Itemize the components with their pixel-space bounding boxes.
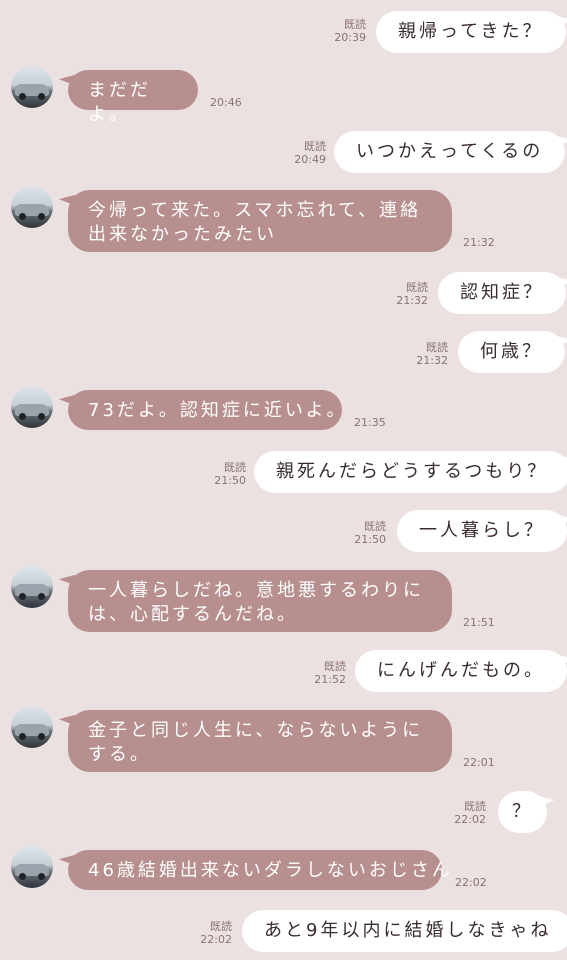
message-meta: 既読 20:39 <box>322 18 366 44</box>
wheel-icon <box>38 413 45 420</box>
read-receipt: 既読 <box>210 920 232 933</box>
message-bubble[interactable]: 一人暮らしだね。意地悪するわりには、心配するんだね。 <box>68 570 452 632</box>
avatar[interactable] <box>11 186 53 228</box>
avatar[interactable] <box>11 846 53 888</box>
message-time: 21:52 <box>314 673 346 686</box>
avatar[interactable] <box>11 566 53 608</box>
message-time: 21:32 <box>463 236 495 249</box>
wheel-icon <box>19 873 26 880</box>
message-time: 20:49 <box>294 153 326 166</box>
message-time: 21:35 <box>354 416 386 429</box>
message-time: 21:51 <box>463 616 495 629</box>
message-meta: 既読 21:32 <box>404 341 448 367</box>
wheel-icon <box>19 593 26 600</box>
message-bubble[interactable]: いつかえってくるの <box>334 131 566 173</box>
read-receipt: 既読 <box>224 461 246 474</box>
read-receipt: 既読 <box>464 800 486 813</box>
wheel-icon <box>38 213 45 220</box>
wheel-icon <box>19 733 26 740</box>
message-bubble[interactable]: 46歳結婚出来ないダラしないおじさん <box>68 850 450 890</box>
wheel-icon <box>38 593 45 600</box>
avatar[interactable] <box>11 386 53 428</box>
message-bubble[interactable]: あと9年以内に結婚しなきゃね <box>242 910 567 952</box>
read-receipt: 既読 <box>426 341 448 354</box>
message-time: 21:50 <box>214 474 246 487</box>
message-meta: 既読 22:02 <box>442 800 486 826</box>
wheel-icon <box>38 873 45 880</box>
message-bubble[interactable]: にんげんだもの。 <box>355 650 567 692</box>
message-bubble[interactable]: 金子と同じ人生に、ならないようにする。 <box>68 710 452 772</box>
message-time: 21:32 <box>416 354 448 367</box>
read-receipt: 既読 <box>324 660 346 673</box>
message-time: 22:02 <box>455 876 487 889</box>
message-bubble[interactable]: ？ <box>498 791 547 833</box>
message-bubble[interactable]: 親帰ってきた？ <box>376 11 566 53</box>
read-receipt: 既読 <box>406 281 428 294</box>
message-time: 20:46 <box>210 96 242 109</box>
wheel-icon <box>38 93 45 100</box>
message-bubble[interactable]: 73だよ。認知症に近いよ。 <box>68 390 345 430</box>
message-bubble[interactable]: 一人暮らし？ <box>397 510 567 552</box>
message-bubble[interactable]: 何歳？ <box>458 331 565 373</box>
wheel-icon <box>38 733 45 740</box>
message-time: 22:02 <box>200 933 232 946</box>
read-receipt: 既読 <box>364 520 386 533</box>
message-meta: 既読 21:52 <box>302 660 346 686</box>
avatar[interactable] <box>11 66 53 108</box>
avatar[interactable] <box>11 706 53 748</box>
message-bubble[interactable]: 親死んだらどうするつもり？ <box>254 451 567 493</box>
message-time: 21:50 <box>354 533 386 546</box>
message-time: 22:02 <box>454 813 486 826</box>
message-bubble[interactable]: 認知症？ <box>438 272 566 314</box>
message-bubble[interactable]: まだだよ。 <box>68 70 198 125</box>
message-time: 22:01 <box>463 756 495 769</box>
message-meta: 既読 20:49 <box>282 140 326 166</box>
wheel-icon <box>19 93 26 100</box>
wheel-icon <box>19 413 26 420</box>
chat-thread: 既読 20:39 親帰ってきた？ まだだよ。 20:46 既読 20:49 いつ… <box>0 0 567 960</box>
message-time: 20:39 <box>334 31 366 44</box>
message-meta: 既読 22:02 <box>188 920 232 946</box>
message-time: 21:32 <box>396 294 428 307</box>
read-receipt: 既読 <box>344 18 366 31</box>
message-meta: 既読 21:50 <box>202 461 246 487</box>
wheel-icon <box>19 213 26 220</box>
message-bubble[interactable]: 今帰って来た。スマホ忘れて、連絡出来なかったみたい <box>68 190 452 252</box>
message-meta: 既読 21:32 <box>384 281 428 307</box>
message-meta: 既読 21:50 <box>342 520 386 546</box>
read-receipt: 既読 <box>304 140 326 153</box>
